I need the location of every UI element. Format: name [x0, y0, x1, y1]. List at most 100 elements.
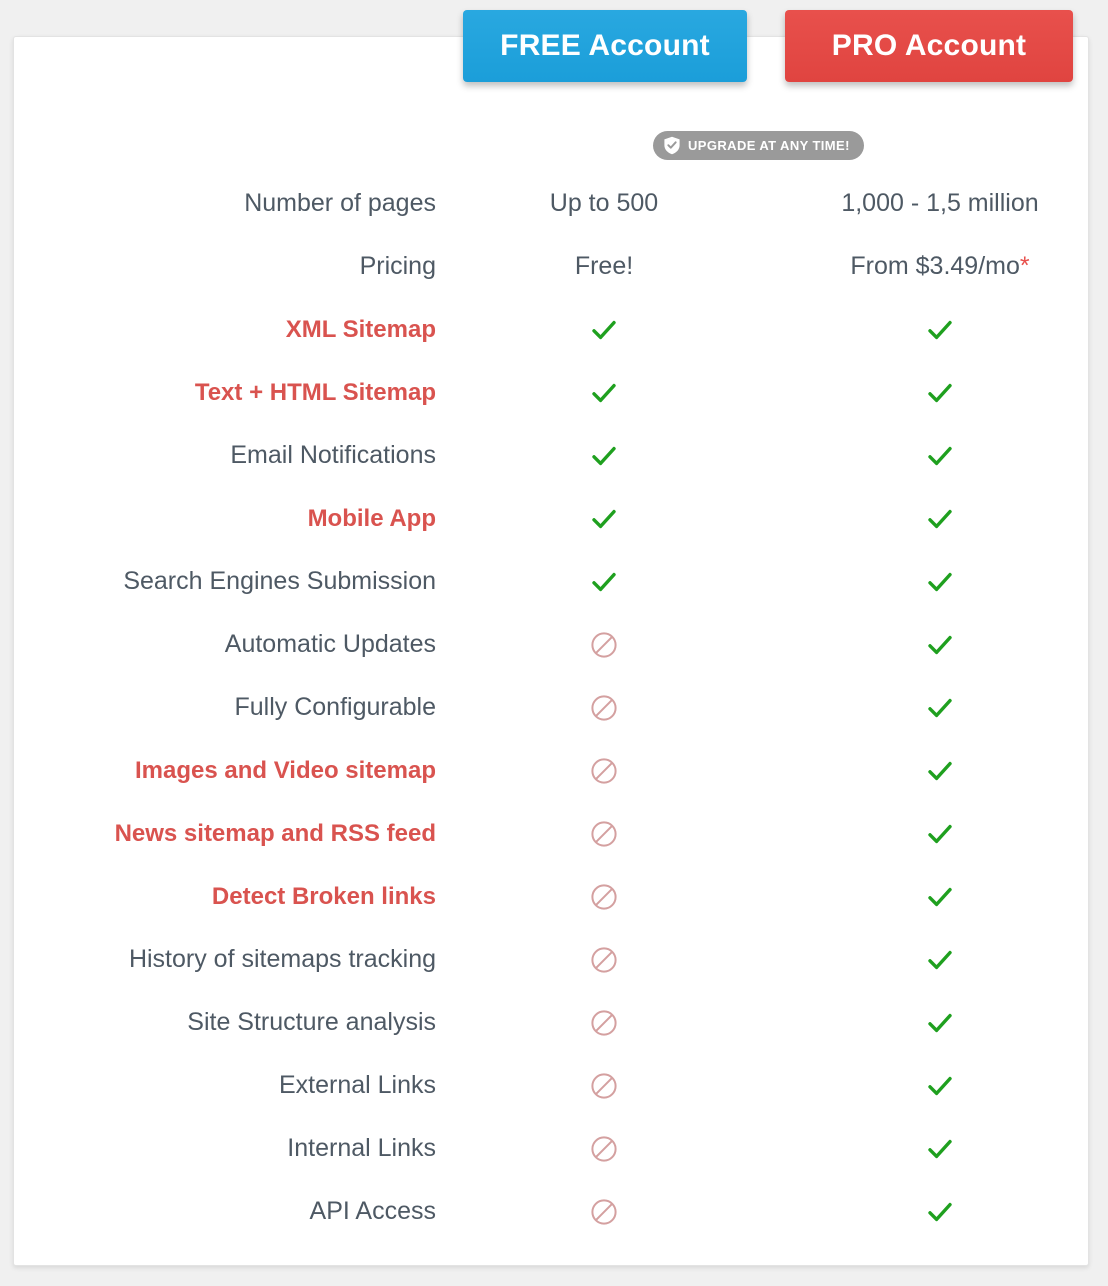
check-icon [925, 441, 955, 471]
upgrade-badge: UPGRADE AT ANY TIME! [653, 131, 864, 160]
feature-label: Search Engines Submission [123, 567, 436, 595]
not-included-icon [590, 1072, 618, 1100]
not-included-icon [590, 946, 618, 974]
pro-plan-cell [772, 378, 1108, 408]
free-plan-cell [436, 1135, 772, 1163]
table-row: Detect Broken links [0, 865, 1108, 928]
not-included-icon [590, 1009, 618, 1037]
free-plan-cell [436, 1198, 772, 1226]
pro-plan-cell [772, 1071, 1108, 1101]
check-icon [925, 819, 955, 849]
not-included-icon [590, 883, 618, 911]
table-row: XML Sitemap [0, 298, 1108, 361]
free-value: Free! [574, 252, 634, 280]
not-included-icon [590, 631, 618, 659]
free-plan-cell [436, 315, 772, 345]
table-row: Fully Configurable [0, 676, 1108, 739]
free-value: Up to 500 [549, 189, 659, 217]
table-row: External Links [0, 1054, 1108, 1117]
free-plan-cell [436, 378, 772, 408]
check-icon [589, 504, 619, 534]
feature-label: Text + HTML Sitemap [194, 378, 436, 406]
check-icon [925, 1071, 955, 1101]
table-row: Automatic Updates [0, 613, 1108, 676]
feature-label: External Links [278, 1071, 436, 1099]
table-row: Search Engines Submission [0, 550, 1108, 613]
feature-comparison-table: Number of pages Up to 500 1,000 - 1,5 mill… [0, 172, 1108, 1243]
pro-account-button[interactable]: PRO Account [785, 10, 1073, 82]
pro-plan-cell [772, 504, 1108, 534]
feature-label: Automatic Updates [224, 630, 436, 658]
table-row: Images and Video sitemap [0, 739, 1108, 802]
table-row: Internal Links [0, 1117, 1108, 1180]
price-asterisk: * [1019, 252, 1030, 280]
pro-plan-cell [772, 567, 1108, 597]
free-plan-cell [436, 1009, 772, 1037]
feature-label: Site Structure analysis [187, 1008, 436, 1036]
pro-plan-cell [772, 945, 1108, 975]
pro-plan-cell [772, 1008, 1108, 1038]
not-included-icon [590, 1198, 618, 1226]
free-plan-cell: Up to 500 [436, 189, 772, 218]
table-row: Number of pages Up to 500 1,000 - 1,5 mill… [0, 172, 1108, 235]
feature-label: History of sitemaps tracking [128, 945, 436, 973]
shield-check-icon [663, 136, 681, 155]
free-account-button[interactable]: FREE Account [463, 10, 747, 82]
check-icon [925, 1134, 955, 1164]
table-row: News sitemap and RSS feed [0, 802, 1108, 865]
feature-label: API Access [309, 1197, 436, 1225]
table-row: Site Structure analysis [0, 991, 1108, 1054]
check-icon [925, 756, 955, 786]
check-icon [925, 504, 955, 534]
pro-plan-cell [772, 630, 1108, 660]
pro-value: 1,000 - 1,5 million [841, 189, 1039, 217]
check-icon [925, 945, 955, 975]
table-row: History of sitemaps tracking [0, 928, 1108, 991]
free-plan-cell: Free! [436, 252, 772, 281]
table-row: Pricing Free! From $3.49/mo * [0, 235, 1108, 298]
pro-plan-cell: From $3.49/mo * [772, 252, 1108, 281]
check-icon [925, 693, 955, 723]
pro-value: From $3.49/mo [850, 252, 1020, 280]
free-plan-cell [436, 567, 772, 597]
free-plan-cell [436, 757, 772, 785]
pro-plan-cell [772, 1197, 1108, 1227]
free-plan-cell [436, 883, 772, 911]
feature-label: Pricing [359, 252, 436, 280]
check-icon [925, 630, 955, 660]
free-plan-cell [436, 504, 772, 534]
table-row: Mobile App [0, 487, 1108, 550]
pro-plan-cell [772, 693, 1108, 723]
pro-plan-cell: 1,000 - 1,5 million [772, 189, 1108, 218]
feature-label: XML Sitemap [285, 315, 436, 343]
pro-plan-cell [772, 756, 1108, 786]
check-icon [589, 315, 619, 345]
check-icon [589, 567, 619, 597]
free-plan-cell [436, 631, 772, 659]
feature-label: Internal Links [287, 1134, 436, 1162]
feature-label: News sitemap and RSS feed [114, 819, 436, 847]
pro-plan-cell [772, 441, 1108, 471]
feature-label: Fully Configurable [234, 693, 437, 721]
pro-plan-cell [772, 882, 1108, 912]
check-icon [925, 378, 955, 408]
check-icon [589, 441, 619, 471]
check-icon [925, 1008, 955, 1038]
pro-plan-cell [772, 819, 1108, 849]
table-row: API Access [0, 1180, 1108, 1243]
check-icon [925, 882, 955, 912]
not-included-icon [590, 694, 618, 722]
check-icon [925, 315, 955, 345]
free-plan-cell [436, 441, 772, 471]
check-icon [925, 1197, 955, 1227]
feature-label: Detect Broken links [211, 882, 436, 910]
check-icon [925, 567, 955, 597]
free-plan-cell [436, 694, 772, 722]
pricing-comparison-page: FREE Account PRO Account UPGRADE AT ANY … [0, 0, 1108, 1286]
feature-label: Email Notifications [230, 441, 436, 469]
free-plan-cell [436, 946, 772, 974]
not-included-icon [590, 1135, 618, 1163]
feature-label: Mobile App [307, 504, 436, 532]
pro-plan-cell [772, 315, 1108, 345]
not-included-icon [590, 820, 618, 848]
